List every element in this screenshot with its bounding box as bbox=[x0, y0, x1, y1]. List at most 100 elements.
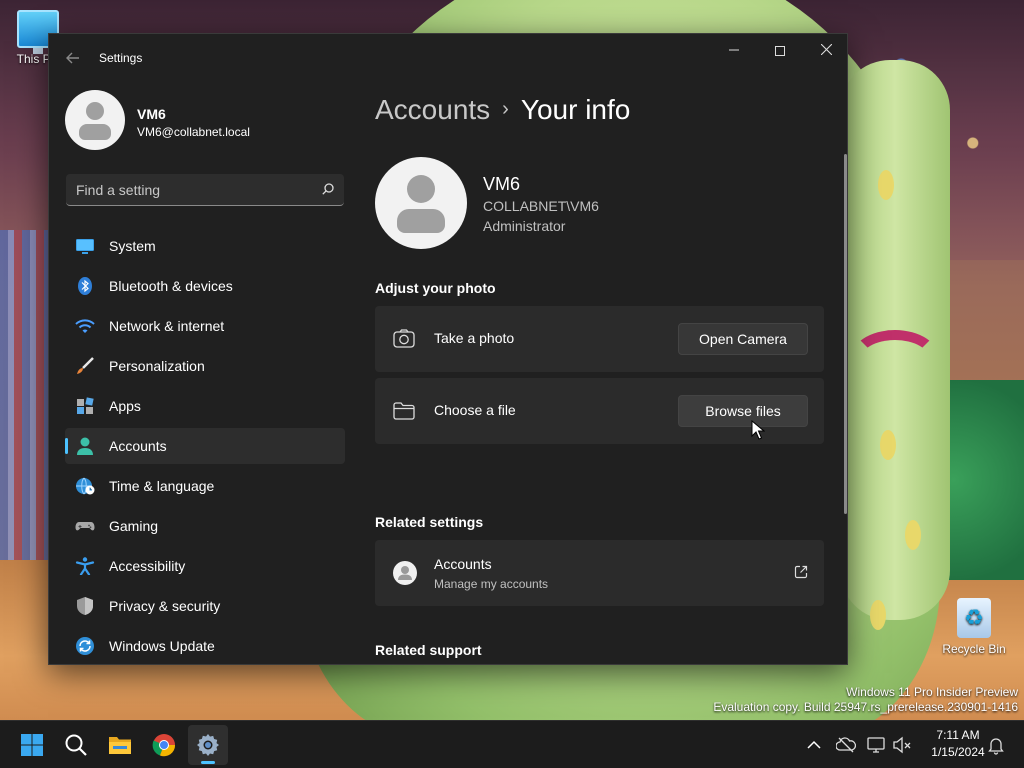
open-camera-button[interactable]: Open Camera bbox=[678, 323, 808, 355]
wallpaper-spot bbox=[880, 430, 896, 460]
maximize-button[interactable] bbox=[757, 34, 803, 66]
section-title-related-settings: Related settings bbox=[375, 514, 484, 530]
taskbar-chrome[interactable] bbox=[144, 725, 184, 765]
chevron-right-icon: › bbox=[502, 98, 509, 120]
user-name: VM6 bbox=[483, 174, 521, 194]
desktop-icon-recycle-bin[interactable]: ♻ Recycle Bin bbox=[942, 598, 1006, 656]
wallpaper-spot bbox=[870, 600, 886, 630]
recycle-bin-icon: ♻ bbox=[957, 598, 991, 638]
sidebar-item-label: Apps bbox=[109, 398, 141, 414]
folder-icon bbox=[109, 737, 131, 754]
breadcrumb-parent[interactable]: Accounts bbox=[375, 94, 490, 125]
sidebar-item-apps[interactable]: Apps bbox=[65, 388, 345, 424]
close-button[interactable] bbox=[803, 34, 847, 66]
apps-icon bbox=[77, 397, 94, 414]
person-icon bbox=[77, 437, 93, 455]
sidebar-item-system[interactable]: System bbox=[65, 228, 345, 264]
desktop-icon-label: Recycle Bin bbox=[942, 642, 1006, 656]
taskbar-file-explorer[interactable] bbox=[100, 725, 140, 765]
back-button[interactable] bbox=[61, 46, 85, 70]
wallpaper-spot bbox=[878, 170, 894, 200]
gear-icon bbox=[197, 734, 219, 756]
sidebar-item-label: Accessibility bbox=[109, 558, 186, 574]
monitor-icon bbox=[76, 239, 94, 254]
choose-file-label: Choose a file bbox=[434, 402, 516, 418]
wallpaper-ribbon bbox=[850, 330, 940, 390]
profile-name: VM6 bbox=[137, 106, 166, 122]
browse-files-button[interactable]: Browse files bbox=[678, 395, 808, 427]
section-title-related-support: Related support bbox=[375, 642, 482, 658]
sidebar-item-privacy[interactable]: Privacy & security bbox=[65, 588, 345, 624]
camera-icon bbox=[393, 329, 415, 348]
update-icon bbox=[76, 637, 94, 655]
chevron-up-icon[interactable] bbox=[804, 735, 824, 755]
taskbar: 7:11 AM 1/15/2024 bbox=[0, 720, 1024, 768]
user-domain: COLLABNET\VM6 bbox=[483, 198, 599, 214]
main-content: Accounts › Your info VM6 COLLABNET\VM6 Adm… bbox=[375, 82, 837, 664]
folder-icon bbox=[393, 402, 415, 420]
search-icon bbox=[65, 734, 87, 756]
minimize-icon bbox=[729, 49, 739, 51]
sidebar-item-accessibility[interactable]: Accessibility bbox=[65, 548, 345, 584]
take-photo-label: Take a photo bbox=[434, 330, 515, 346]
network-icon[interactable] bbox=[866, 735, 886, 755]
volume-muted-icon[interactable] bbox=[892, 735, 912, 755]
sidebar: VM6 VM6@collabnet.local System bbox=[49, 82, 357, 664]
sidebar-item-label: Privacy & security bbox=[109, 598, 221, 614]
external-link-icon bbox=[794, 565, 808, 579]
person-icon-body bbox=[79, 124, 111, 140]
clock-time[interactable]: 7:11 AM bbox=[922, 728, 994, 742]
search-icon[interactable] bbox=[322, 183, 334, 195]
watermark-edition: Windows 11 Pro Insider Preview bbox=[846, 685, 1018, 699]
search-input[interactable] bbox=[66, 174, 316, 205]
shield-icon bbox=[77, 597, 93, 615]
mouse-cursor-icon bbox=[751, 420, 765, 440]
sidebar-item-gaming[interactable]: Gaming bbox=[65, 508, 345, 544]
notification-bell-icon[interactable] bbox=[986, 735, 1006, 755]
onedrive-offline-icon[interactable] bbox=[836, 735, 856, 755]
scrollbar[interactable] bbox=[844, 154, 847, 514]
nav-list: System Bluetooth & devices Network & int… bbox=[65, 228, 345, 664]
avatar[interactable] bbox=[65, 90, 125, 150]
close-icon bbox=[820, 43, 832, 56]
taskbar-settings[interactable] bbox=[188, 725, 228, 765]
user-avatar bbox=[375, 157, 467, 249]
sidebar-item-label: Personalization bbox=[109, 358, 205, 374]
person-circle-icon bbox=[393, 561, 417, 585]
take-photo-card: Take a photo Open Camera bbox=[375, 306, 824, 372]
paintbrush-icon bbox=[77, 357, 94, 374]
window-title: Settings bbox=[99, 51, 143, 65]
section-title-adjust-photo: Adjust your photo bbox=[375, 280, 496, 296]
globe-clock-icon bbox=[76, 477, 95, 495]
sidebar-item-personalization[interactable]: Personalization bbox=[65, 348, 345, 384]
person-icon bbox=[86, 102, 104, 120]
sidebar-item-bluetooth[interactable]: Bluetooth & devices bbox=[65, 268, 345, 304]
page-title: Your info bbox=[520, 94, 631, 125]
maximize-icon bbox=[775, 46, 785, 57]
chrome-icon bbox=[152, 734, 176, 757]
minimize-button[interactable] bbox=[711, 34, 757, 66]
settings-window: Settings VM6 VM6@collabnet.local Find a … bbox=[48, 33, 848, 665]
watermark-build: Evaluation copy. Build 25947.rs_prerelea… bbox=[713, 700, 1018, 714]
sidebar-item-network[interactable]: Network & internet bbox=[65, 308, 345, 344]
taskbar-search-button[interactable] bbox=[56, 725, 96, 765]
sidebar-item-windows-update[interactable]: Windows Update bbox=[65, 628, 345, 664]
title-bar[interactable]: Settings bbox=[49, 34, 847, 82]
profile-email: VM6@collabnet.local bbox=[137, 125, 250, 139]
start-button[interactable] bbox=[12, 725, 52, 765]
related-accounts-label: Accounts bbox=[434, 556, 492, 572]
bluetooth-icon bbox=[78, 277, 92, 295]
sidebar-item-label: Network & internet bbox=[109, 318, 225, 334]
breadcrumb: Accounts › Your info bbox=[375, 94, 630, 126]
sidebar-item-time-language[interactable]: Time & language bbox=[65, 468, 345, 504]
user-role: Administrator bbox=[483, 218, 566, 234]
related-accounts-card[interactable]: Accounts Manage my accounts bbox=[375, 540, 824, 606]
sidebar-item-label: Gaming bbox=[109, 518, 159, 534]
wifi-icon bbox=[75, 319, 95, 333]
wallpaper-spot bbox=[905, 520, 921, 550]
sidebar-item-label: System bbox=[109, 238, 156, 254]
sidebar-item-accounts[interactable]: Accounts bbox=[65, 428, 345, 464]
clock-date[interactable]: 1/15/2024 bbox=[922, 745, 994, 759]
search-box[interactable] bbox=[66, 174, 344, 206]
accessibility-icon bbox=[75, 557, 95, 575]
